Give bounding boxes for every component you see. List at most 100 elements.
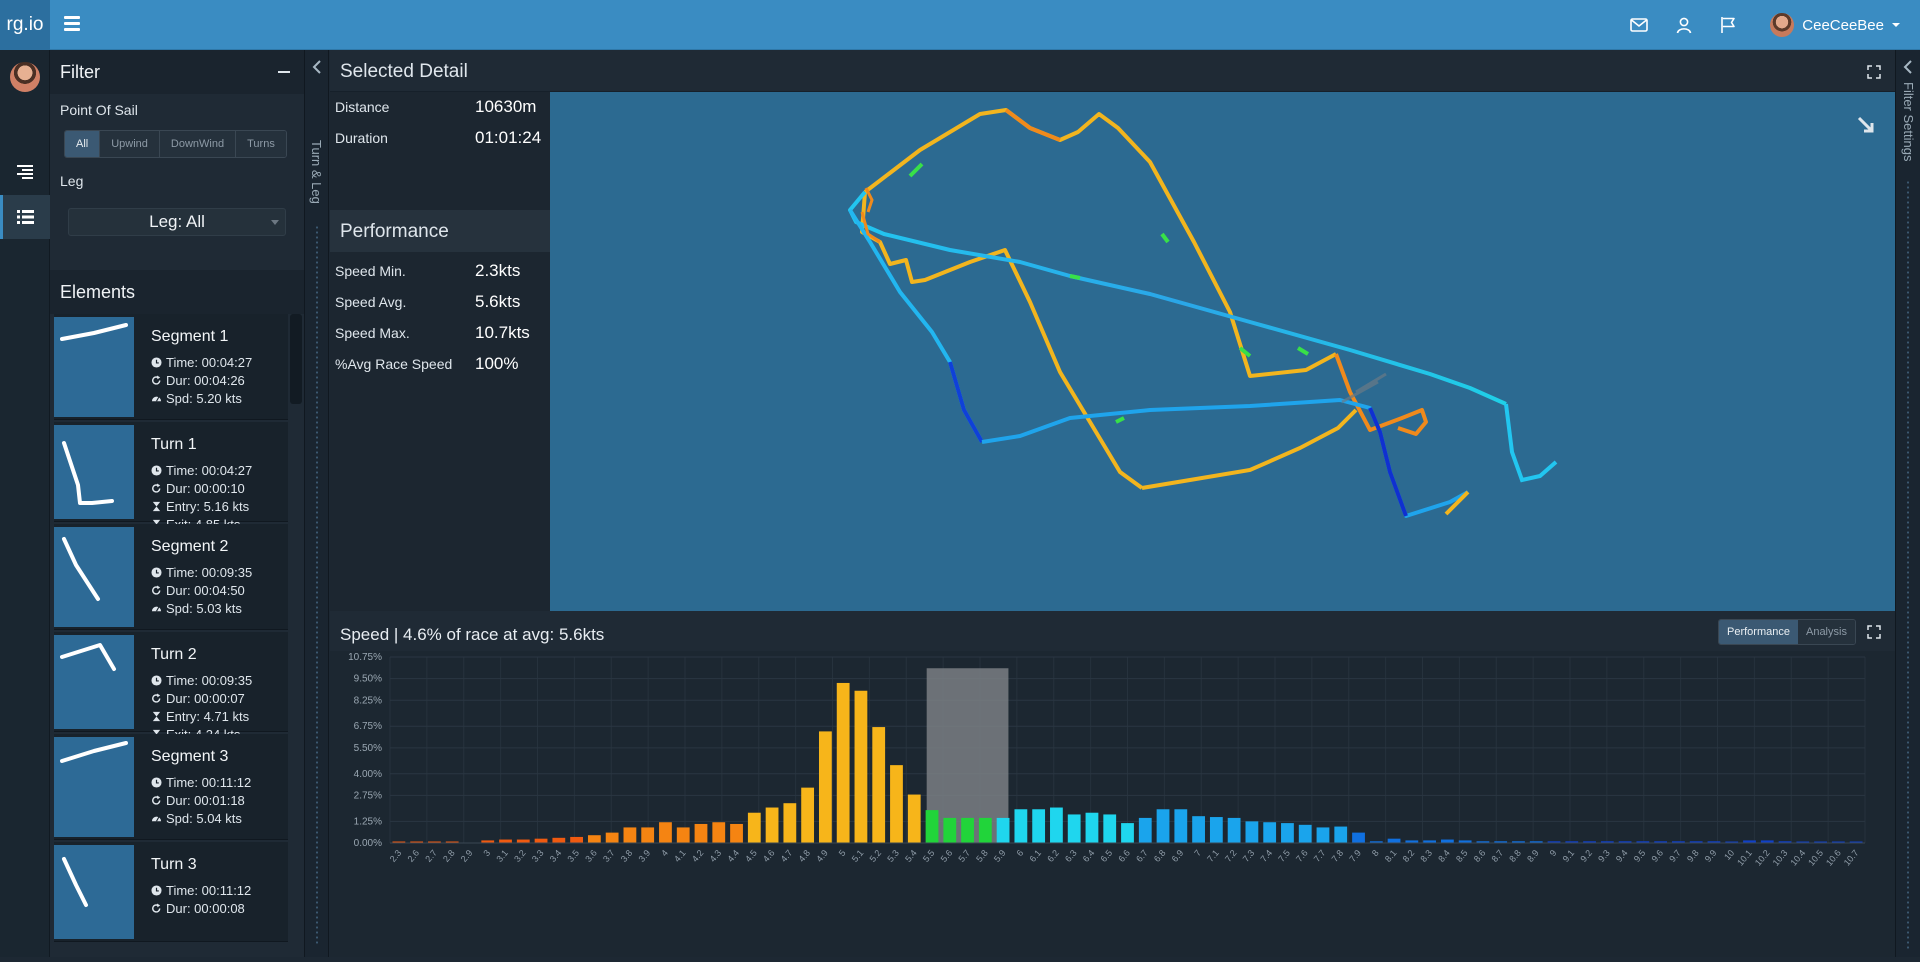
element-detail-text: Time: 00:09:35 (166, 565, 253, 580)
x-tick-label: 6.1 (1027, 848, 1043, 864)
histogram-bar (1014, 809, 1028, 843)
element-detail-text: Dur: 00:04:26 (166, 373, 245, 388)
filter-title: Filter (60, 62, 100, 82)
sail-all-button[interactable]: All (65, 131, 101, 157)
rail-details-button[interactable] (0, 150, 50, 194)
wind-direction-icon[interactable] (1855, 114, 1877, 136)
turn-card[interactable]: Turn 1 Time: 00:04:27 Dur: 00:00:10 Entry: … (54, 422, 288, 532)
rail-avatar[interactable] (10, 62, 40, 92)
histogram-bar (1316, 827, 1330, 843)
sail-upwind-button[interactable]: Upwind (100, 131, 160, 157)
x-tick-label: 6.3 (1063, 848, 1079, 864)
flag-icon[interactable] (1718, 16, 1738, 34)
resize-handle[interactable] (315, 225, 319, 945)
redo-icon (152, 795, 161, 805)
brand-logo[interactable]: rg.io (0, 0, 50, 50)
rail-list-button[interactable] (0, 195, 50, 239)
duration-label: Duration (335, 130, 388, 146)
detail-header: Selected Detail (330, 50, 1895, 92)
turn-leg-tab[interactable]: Turn & Leg (309, 140, 324, 204)
mail-icon[interactable] (1629, 16, 1649, 34)
user-menu[interactable]: CeeCeeBee (1770, 12, 1900, 38)
clock-icon (151, 567, 162, 578)
x-tick-label: 10.3 (1771, 848, 1790, 868)
analysis-mode-button[interactable]: Analysis (1797, 620, 1855, 644)
x-tick-label: 3 (481, 848, 492, 858)
histogram-bar (1352, 832, 1365, 843)
filter-header: Filter (50, 50, 304, 94)
clock-icon (151, 357, 162, 368)
performance-mode-button[interactable]: Performance (1719, 620, 1798, 644)
x-tick-label: 7.6 (1294, 848, 1310, 864)
x-tick-label: 7.9 (1347, 848, 1363, 864)
segment-card[interactable]: Segment 1 Time: 00:04:27 Dur: 00:04:26 Spd:… (54, 314, 288, 420)
segment-card[interactable]: Segment 2 Time: 00:09:35 Dur: 00:04:50 Spd:… (54, 524, 288, 630)
chevron-left-icon[interactable] (312, 60, 322, 74)
element-name: Segment 2 (151, 538, 229, 555)
track-map[interactable] (550, 92, 1895, 611)
fullscreen-icon[interactable] (1867, 65, 1881, 79)
histogram-bar (1067, 814, 1081, 843)
x-tick-label: 6.6 (1116, 848, 1132, 864)
y-tick-label: 8.25% (354, 695, 382, 706)
x-tick-label: 5.2 (868, 848, 884, 864)
element-detail-line: Time: 00:09:35 (151, 673, 252, 688)
x-tick-label: 4.8 (796, 848, 812, 864)
leg-label: Leg (60, 173, 84, 189)
chevron-left-icon[interactable] (1903, 60, 1913, 74)
track-thumbnail (54, 425, 134, 519)
histogram-bar (1387, 838, 1401, 843)
x-tick-label: 9.2 (1578, 848, 1594, 864)
element-detail-line: Dur: 00:04:26 (151, 373, 245, 388)
segment-card[interactable]: Segment 3 Time: 00:11:12 Dur: 00:01:18 Spd:… (54, 734, 288, 840)
x-tick-label: 3.9 (637, 848, 653, 864)
y-tick-label: 4.00% (354, 769, 382, 780)
x-tick-label: 3.8 (619, 848, 635, 864)
filter-settings-tab[interactable]: Filter Settings (1901, 82, 1916, 161)
x-tick-label: 8.6 (1472, 848, 1488, 864)
histogram-bar (1334, 826, 1348, 843)
turn-card[interactable]: Turn 2 Time: 00:09:35 Dur: 00:00:07 Entry: … (54, 632, 288, 742)
histogram-bar (1192, 816, 1205, 843)
histogram-bar (978, 817, 992, 843)
sail-downwind-button[interactable]: DownWind (159, 131, 237, 157)
leg-select[interactable]: Leg: All (68, 208, 286, 236)
fullscreen-icon[interactable] (1867, 625, 1881, 639)
x-tick-label: 10 (1722, 848, 1736, 862)
speed-histogram-svg: 10.75% 9.50% 8.25% 6.75% 5.50% 4.00% 2.75% 1.25… (348, 652, 1866, 868)
x-tick-label: 8.3 (1418, 848, 1434, 864)
element-detail-line: Time: 00:04:27 (151, 463, 252, 478)
user-icon[interactable] (1674, 16, 1694, 34)
element-detail-text: Time: 00:04:27 (166, 463, 253, 478)
resize-handle[interactable] (1906, 180, 1910, 950)
x-tick-label: 9.1 (1561, 848, 1577, 864)
x-tick-label: 9.8 (1685, 848, 1701, 864)
histogram-bar (499, 839, 512, 843)
x-tick-label: 6 (1015, 848, 1026, 858)
selected-range-highlight (926, 668, 1009, 843)
list-scrollbar[interactable] (290, 314, 302, 404)
y-tick-label: 2.75% (354, 790, 382, 801)
x-tick-label: 4.7 (779, 848, 795, 864)
x-tick-label: 7.7 (1312, 848, 1328, 864)
detail-title: Selected Detail (340, 61, 468, 82)
sail-turns-button[interactable]: Turns (236, 131, 286, 157)
x-tick-label: 4.9 (814, 848, 830, 864)
histogram-bar (570, 836, 583, 843)
element-detail-line: Dur: 00:00:07 (151, 691, 245, 706)
elements-list: Segment 1 Time: 00:04:27 Dur: 00:04:26 Spd:… (50, 314, 304, 957)
x-tick-label: 5.3 (885, 848, 901, 864)
collapse-icon[interactable] (278, 71, 290, 73)
element-detail-line: Time: 00:11:12 (151, 775, 251, 790)
x-tick-label: 8 (1370, 848, 1381, 858)
turn-card[interactable]: Turn 3 Time: 00:11:12 Dur: 00:00:08 (54, 842, 288, 942)
histogram-bar (836, 682, 850, 843)
histogram-bar (676, 827, 690, 843)
x-tick-label: 4.2 (690, 848, 706, 864)
menu-toggle-icon[interactable] (64, 16, 80, 32)
histogram-bar (694, 823, 708, 843)
speed-histogram[interactable]: 10.75% 9.50% 8.25% 6.75% 5.50% 4.00% 2.75% 1.25… (330, 651, 1895, 957)
x-tick-label: 5.7 (956, 848, 972, 864)
element-detail-line: Dur: 00:00:10 (151, 481, 245, 496)
histogram-bar (534, 838, 548, 843)
